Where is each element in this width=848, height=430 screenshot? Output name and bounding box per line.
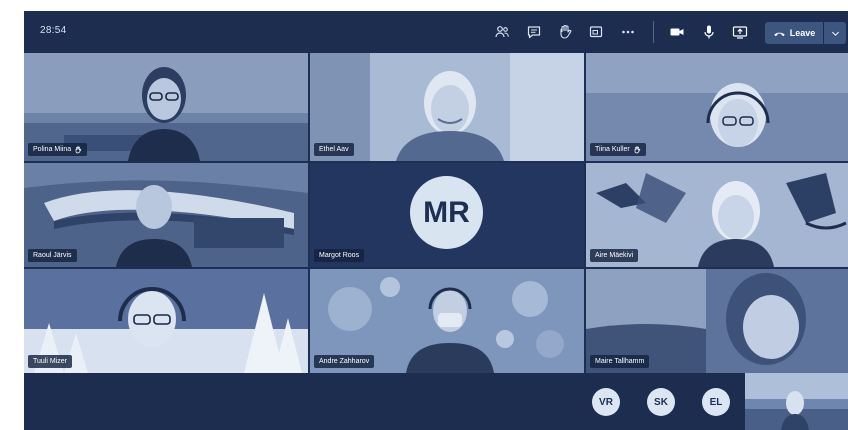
video-tile-tiina-kuller[interactable]: Tiina Kuller: [586, 53, 848, 161]
raise-hand-button[interactable]: [556, 23, 574, 41]
share-tray-icon: [589, 26, 603, 38]
participant-name-tag: Ethel Aav: [314, 143, 354, 156]
raise-hand-icon: [560, 24, 572, 39]
participant-name-tag: Aire Mäekivi: [590, 249, 639, 262]
leave-label: Leave: [789, 28, 816, 38]
chat-icon: [527, 26, 541, 39]
share-screen-button[interactable]: [731, 23, 749, 41]
microphone-icon: [704, 25, 714, 39]
phone-leave-icon: [773, 32, 785, 36]
toolbar-divider: [653, 21, 654, 43]
meeting-window: 28:54 Leave Polina Miina Ethel Aav Tiina…: [24, 11, 848, 430]
participant-name-tag: Raoul Järvis: [28, 249, 77, 262]
camera-icon: [670, 28, 684, 36]
participant-name: Polina Miina: [33, 146, 72, 153]
video-tile-tuuli-mizer[interactable]: Tuuli Mizer: [24, 269, 308, 373]
video-tile-maire-tallhamm[interactable]: Maire Tallhamm: [586, 269, 848, 373]
chat-button[interactable]: [525, 23, 543, 41]
microphone-button[interactable]: [700, 23, 718, 41]
raised-hand-icon: [75, 145, 82, 153]
self-preview-video[interactable]: [745, 373, 848, 430]
participant-name: Tiina Kuller: [595, 146, 630, 153]
participants-button[interactable]: [493, 23, 511, 41]
video-tile-andre-zahharov[interactable]: Andre Zahharov: [310, 269, 584, 373]
participant-name: Ethel Aav: [319, 146, 349, 153]
participant-name-tag: Tuuli Mizer: [28, 355, 72, 368]
participant-name: Maire Tallhamm: [595, 358, 645, 365]
more-icon: [622, 30, 634, 34]
share-tray-button[interactable]: [587, 23, 605, 41]
more-options-button[interactable]: [619, 23, 637, 41]
camera-button[interactable]: [668, 23, 686, 41]
share-screen-icon: [732, 26, 748, 39]
raised-hand-icon: [634, 145, 641, 153]
video-tile-aire-maekivi[interactable]: Aire Mäekivi: [586, 163, 848, 267]
participant-name: Raoul Järvis: [33, 252, 72, 259]
video-tile-raoul-jarvis[interactable]: Raoul Järvis: [24, 163, 308, 267]
leave-options-button[interactable]: [824, 22, 846, 44]
video-tile-margot-roos[interactable]: MR Margot Roos: [310, 163, 584, 267]
participant-name-tag: Tiina Kuller: [590, 143, 646, 156]
participant-avatar-vr[interactable]: VR: [592, 388, 620, 416]
participant-name: Margot Roos: [319, 252, 360, 259]
meeting-toolbar: 28:54 Leave: [24, 11, 848, 53]
video-tile-polina-miina[interactable]: Polina Miina: [24, 53, 308, 161]
chevron-down-icon: [831, 31, 839, 36]
leave-button[interactable]: Leave: [765, 22, 823, 44]
participant-initials-avatar: MR: [410, 176, 483, 249]
participant-name: Andre Zahharov: [319, 358, 370, 365]
participant-name-tag: Margot Roos: [314, 249, 365, 262]
video-tile-ethel-aav[interactable]: Ethel Aav: [310, 53, 584, 161]
people-icon: [495, 26, 509, 38]
participant-avatar-sk[interactable]: SK: [647, 388, 675, 416]
self-video: [745, 373, 848, 430]
meeting-timer: 28:54: [40, 25, 67, 36]
participant-avatar-el[interactable]: EL: [702, 388, 730, 416]
participant-name: Tuuli Mizer: [33, 358, 67, 365]
participant-name-tag: Andre Zahharov: [314, 355, 375, 368]
participant-name: Aire Mäekivi: [595, 252, 634, 259]
participant-name-tag: Polina Miina: [28, 143, 88, 156]
participant-name-tag: Maire Tallhamm: [590, 355, 650, 368]
